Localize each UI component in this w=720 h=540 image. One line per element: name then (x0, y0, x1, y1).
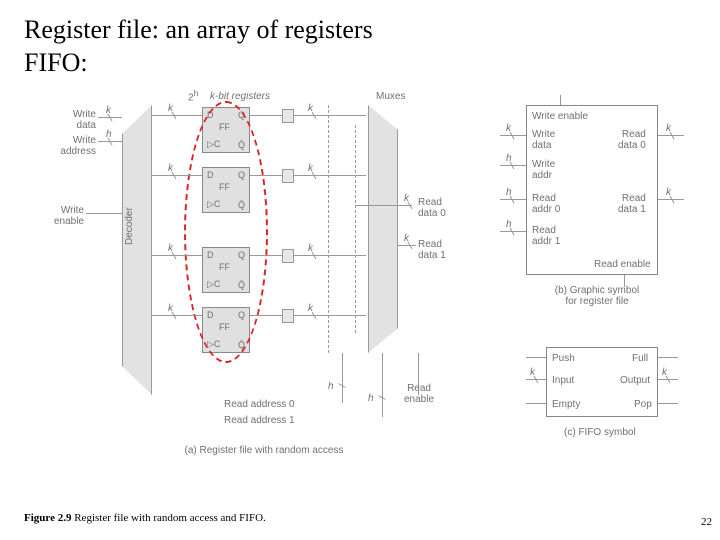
label-k: k (168, 163, 173, 174)
label-muxes: Muxes (376, 91, 405, 102)
label-rf-read-data1: Readdata 1 (618, 193, 646, 215)
label-k: k (666, 187, 671, 198)
label-h: h (506, 219, 512, 230)
label-k: k (308, 163, 313, 174)
label-h: h (506, 187, 512, 198)
label-read-address1: Read address 1 (224, 415, 295, 426)
figure-caption: Figure 2.9 Register file with random acc… (24, 512, 266, 524)
label-read-data0: Readdata 0 (418, 197, 446, 219)
label-rf-read-addr0: Readaddr 0 (532, 193, 560, 215)
wire (152, 175, 202, 176)
caption-b: (b) Graphic symbolfor register file (542, 285, 652, 307)
label-h: h (106, 129, 112, 140)
wire (294, 175, 366, 176)
label-input: Input (552, 375, 574, 386)
wire (658, 403, 678, 404)
slide-title-line2: FIFO: (24, 47, 696, 80)
wire (658, 357, 678, 358)
wire (250, 115, 282, 116)
wire (356, 205, 412, 206)
figure: 2h k-bit registers Muxes Writedata Write… (24, 85, 696, 485)
label-k: k (404, 193, 409, 204)
label-k: k (662, 367, 667, 378)
wire (250, 255, 282, 256)
slide-title-line1: Register file: an array of registers (24, 14, 696, 47)
label-read-data1: Readdata 1 (418, 239, 446, 261)
label-kbit-registers: k-bit registers (210, 91, 270, 102)
wire (294, 315, 366, 316)
label-k: k (168, 103, 173, 114)
label-k: k (506, 123, 511, 134)
caption-c: (c) FIFO symbol (564, 427, 636, 438)
buffer (282, 309, 294, 323)
label-k: k (308, 103, 313, 114)
label-k: k (404, 233, 409, 244)
label-k: k (106, 105, 111, 116)
buffer (282, 249, 294, 263)
label-h: h (368, 393, 374, 404)
label-rf-write-addr: Writeaddr (532, 159, 555, 181)
label-read-address0: Read address 0 (224, 399, 295, 410)
label-decoder: Decoder (124, 207, 135, 245)
wire (382, 353, 383, 417)
label-h: h (506, 153, 512, 164)
label-output: Output (620, 375, 650, 386)
wire (526, 403, 546, 404)
wire (294, 255, 366, 256)
label-empty: Empty (552, 399, 580, 410)
wire (250, 315, 282, 316)
wire (560, 95, 561, 105)
label-rf-write-data: Writedata (532, 129, 555, 151)
wire (86, 213, 122, 214)
label-push: Push (552, 353, 575, 364)
label-full: Full (632, 353, 648, 364)
wire (398, 245, 416, 246)
ff-box-3: D Q FF ▷C Q̄ (202, 307, 250, 353)
label-rf-read-data0: Readdata 0 (618, 129, 646, 151)
buffer (282, 169, 294, 183)
wire (342, 353, 343, 403)
wire (250, 175, 282, 176)
label-k: k (308, 303, 313, 314)
page-number: 22 (701, 516, 712, 528)
label-rf-read-addr1: Readaddr 1 (532, 225, 560, 247)
label-k: k (308, 243, 313, 254)
buffer (282, 109, 294, 123)
label-pop: Pop (634, 399, 652, 410)
ff-box-0: D Q FF ▷C Q̄ (202, 107, 250, 153)
label-read-enable: Readenable (404, 383, 434, 405)
label-k: k (530, 367, 535, 378)
wire (526, 357, 546, 358)
label-k: k (666, 123, 671, 134)
wire (152, 255, 202, 256)
ff-box-2: D Q FF ▷C Q̄ (202, 247, 250, 293)
label-rf-read-enable: Read enable (594, 259, 651, 270)
wire (152, 315, 202, 316)
wire (294, 115, 366, 116)
caption-a: (a) Register file with random access (164, 445, 364, 456)
label-rf-write-enable: Write enable (532, 111, 588, 122)
label-write-enable: Writeenable (40, 205, 84, 227)
label-k: k (168, 243, 173, 254)
decoder-shape (122, 105, 152, 395)
label-h: h (328, 381, 334, 392)
label-write-data: Writedata (56, 109, 96, 131)
ff-box-1: D Q FF ▷C Q̄ (202, 167, 250, 213)
label-write-address: Writeaddress (56, 135, 96, 157)
wire (152, 115, 202, 116)
label-2h: 2h (188, 89, 198, 103)
label-k: k (168, 303, 173, 314)
mux-1 (368, 105, 398, 353)
